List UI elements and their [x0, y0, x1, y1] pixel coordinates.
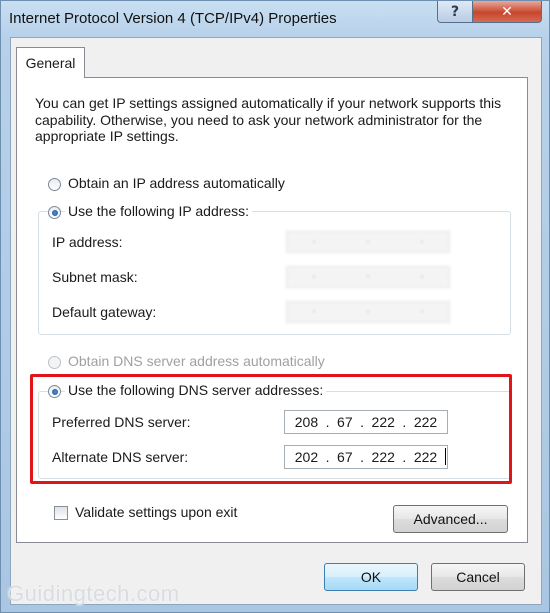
validate-label[interactable]: Validate settings upon exit: [75, 504, 237, 520]
dns-highlight-annotation: [30, 374, 512, 484]
obtain-ip-auto-radio[interactable]: [48, 178, 61, 191]
ok-button[interactable]: OK: [324, 563, 418, 591]
help-button[interactable]: ?: [437, 1, 473, 23]
subnet-mask-field[interactable]: · · ·: [286, 266, 450, 288]
cancel-button[interactable]: Cancel: [431, 563, 525, 591]
watermark-text: Guidingtech.com: [7, 581, 180, 606]
obtain-ip-auto-label[interactable]: Obtain an IP address automatically: [68, 175, 285, 191]
default-gateway-field[interactable]: · · ·: [286, 301, 450, 323]
advanced-button[interactable]: Advanced...: [393, 505, 508, 533]
validate-checkbox[interactable]: [54, 506, 68, 520]
default-gateway-label: Default gateway:: [52, 304, 157, 320]
tab-general-label: General: [25, 55, 76, 71]
tab-general[interactable]: General: [16, 47, 85, 78]
use-ip-manual-label[interactable]: Use the following IP address:: [65, 203, 253, 219]
ip-address-field[interactable]: · · ·: [286, 231, 450, 253]
subnet-mask-label: Subnet mask:: [52, 269, 138, 285]
obtain-dns-auto-label[interactable]: Obtain DNS server address automatically: [68, 353, 325, 369]
intro-text: You can get IP settings assigned automat…: [35, 95, 502, 144]
window-title: Internet Protocol Version 4 (TCP/IPv4) P…: [9, 10, 337, 27]
help-icon: ?: [450, 3, 460, 20]
close-icon: ✕: [501, 3, 513, 20]
title-bar[interactable]: Internet Protocol Version 4 (TCP/IPv4) P…: [1, 1, 550, 37]
dialog-window: Internet Protocol Version 4 (TCP/IPv4) P…: [0, 0, 550, 613]
obtain-dns-auto-radio[interactable]: [48, 356, 61, 369]
close-button[interactable]: ✕: [472, 1, 542, 23]
ip-address-label: IP address:: [52, 234, 123, 250]
use-ip-manual-radio[interactable]: [48, 206, 61, 219]
